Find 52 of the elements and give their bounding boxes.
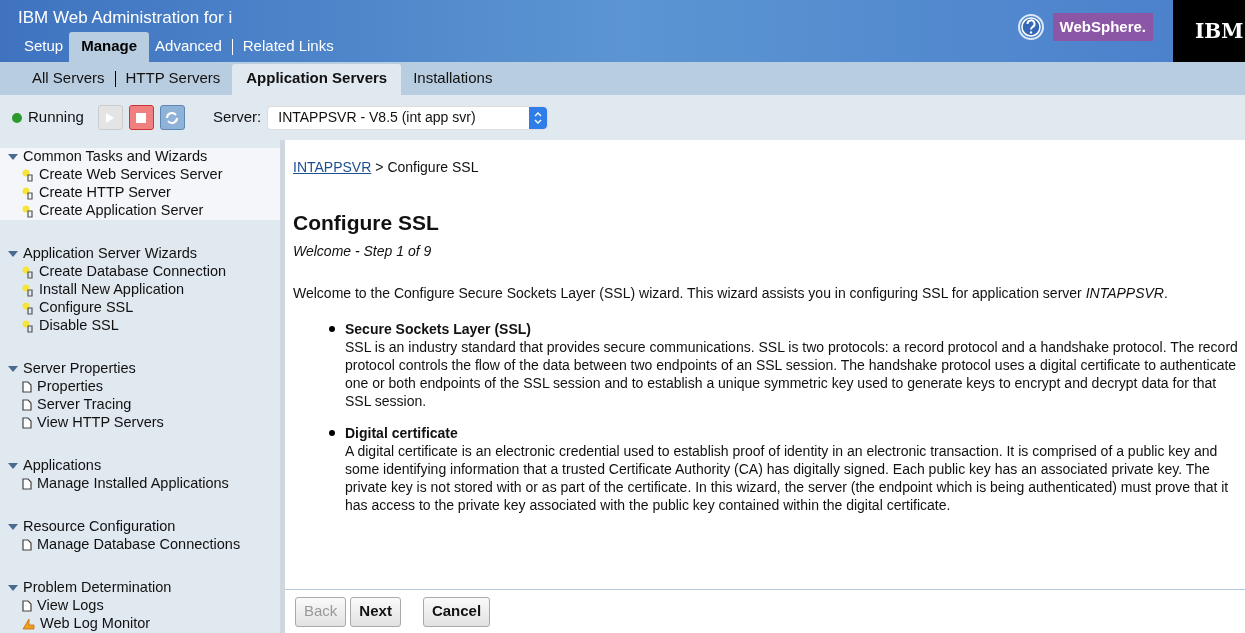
wand-icon xyxy=(22,168,34,182)
wand-icon xyxy=(22,186,34,200)
nav-tab[interactable]: Related Links xyxy=(236,34,340,62)
document-icon xyxy=(22,539,32,551)
caret-icon[interactable] xyxy=(8,523,18,531)
monitor-icon xyxy=(22,617,35,631)
refresh-button[interactable] xyxy=(159,105,185,130)
caret-icon[interactable] xyxy=(8,365,18,373)
caret-icon[interactable] xyxy=(8,462,18,470)
wand-icon xyxy=(22,283,34,297)
intro-paragraph: Welcome to the Configure Secure Sockets Layer (SSL) wizard. This wizard assists you in configuring SSL for application server INTAPPSVR. xyxy=(293,284,1169,302)
step-label: Welcome - Step 1 of 9 xyxy=(293,242,433,260)
bullet-text: SSL is an industry standard that provides secure communications. SSL is two protocols: a record protocol and a handshake protocol. The record protocol controls the flow of the data between two endpoints of an SSL session. The handshake protocol uses a digital certificate to authenticate one or both endpoints of the SSL session and to establish a unique symmetric key used to generate keys to encrypt and decrypt data for that SSL session. xyxy=(345,338,1239,410)
document-icon xyxy=(22,399,32,411)
wizard-button[interactable]: Next xyxy=(350,596,401,627)
wand-icon xyxy=(22,319,34,333)
brand-badge: WebSphere. xyxy=(1052,12,1153,42)
wizard-button[interactable]: Cancel xyxy=(422,596,491,627)
breadcrumb-current: > Configure SSL xyxy=(375,158,479,176)
company-logo: IBM xyxy=(1195,18,1244,45)
caret-icon[interactable] xyxy=(8,584,18,592)
page-heading: Configure SSL xyxy=(293,214,440,232)
wand-icon xyxy=(22,265,34,279)
app-title: IBM Web Administration for i xyxy=(17,7,234,29)
bullet-icon xyxy=(329,430,335,436)
document-icon xyxy=(22,417,32,429)
wand-icon xyxy=(22,301,34,315)
status-label: Running xyxy=(28,107,84,128)
server-tab[interactable]: Application Servers xyxy=(232,63,402,95)
nav-tab[interactable]: Setup xyxy=(18,34,70,62)
document-icon xyxy=(22,381,32,393)
nav-tab[interactable]: Advanced xyxy=(149,34,228,62)
stop-button[interactable] xyxy=(128,105,154,130)
server-tab[interactable]: All Servers xyxy=(26,66,111,95)
breadcrumb-link[interactable]: INTAPPSVR xyxy=(293,158,372,176)
bullet-icon xyxy=(329,326,335,332)
server-select[interactable]: INTAPPSVR - V8.5 (int app svr) xyxy=(267,105,549,130)
bullet-title: Secure Sockets Layer (SSL) xyxy=(345,320,532,338)
bullet-title: Digital certificate xyxy=(345,424,459,442)
wand-icon xyxy=(22,204,34,218)
refresh-icon xyxy=(164,109,181,126)
caret-icon[interactable] xyxy=(8,250,18,258)
document-icon xyxy=(22,600,32,612)
server-tab[interactable]: Installations xyxy=(407,66,499,95)
document-icon xyxy=(22,478,32,490)
server-label: Server: xyxy=(212,107,262,128)
chevron-icon xyxy=(534,111,543,124)
nav-tab[interactable]: Manage xyxy=(69,31,150,62)
server-tab[interactable]: HTTP Servers xyxy=(119,66,227,95)
caret-icon[interactable] xyxy=(8,153,18,161)
bullet-text: A digital certificate is an electronic credential used to establish proof of identity in an electronic transaction. It is comprised of a public key and some identifying information that a trusted Certificate Authority (CA) has digitally signed. Each public key has an associated private key. The private key is not stored with or as part of the certificate. In this wizard, the server (the endpoint which is being authenticated) must prove that it has access to the private key associated with the public key contained within the digital certificate. xyxy=(345,442,1230,514)
play-icon xyxy=(106,112,115,123)
